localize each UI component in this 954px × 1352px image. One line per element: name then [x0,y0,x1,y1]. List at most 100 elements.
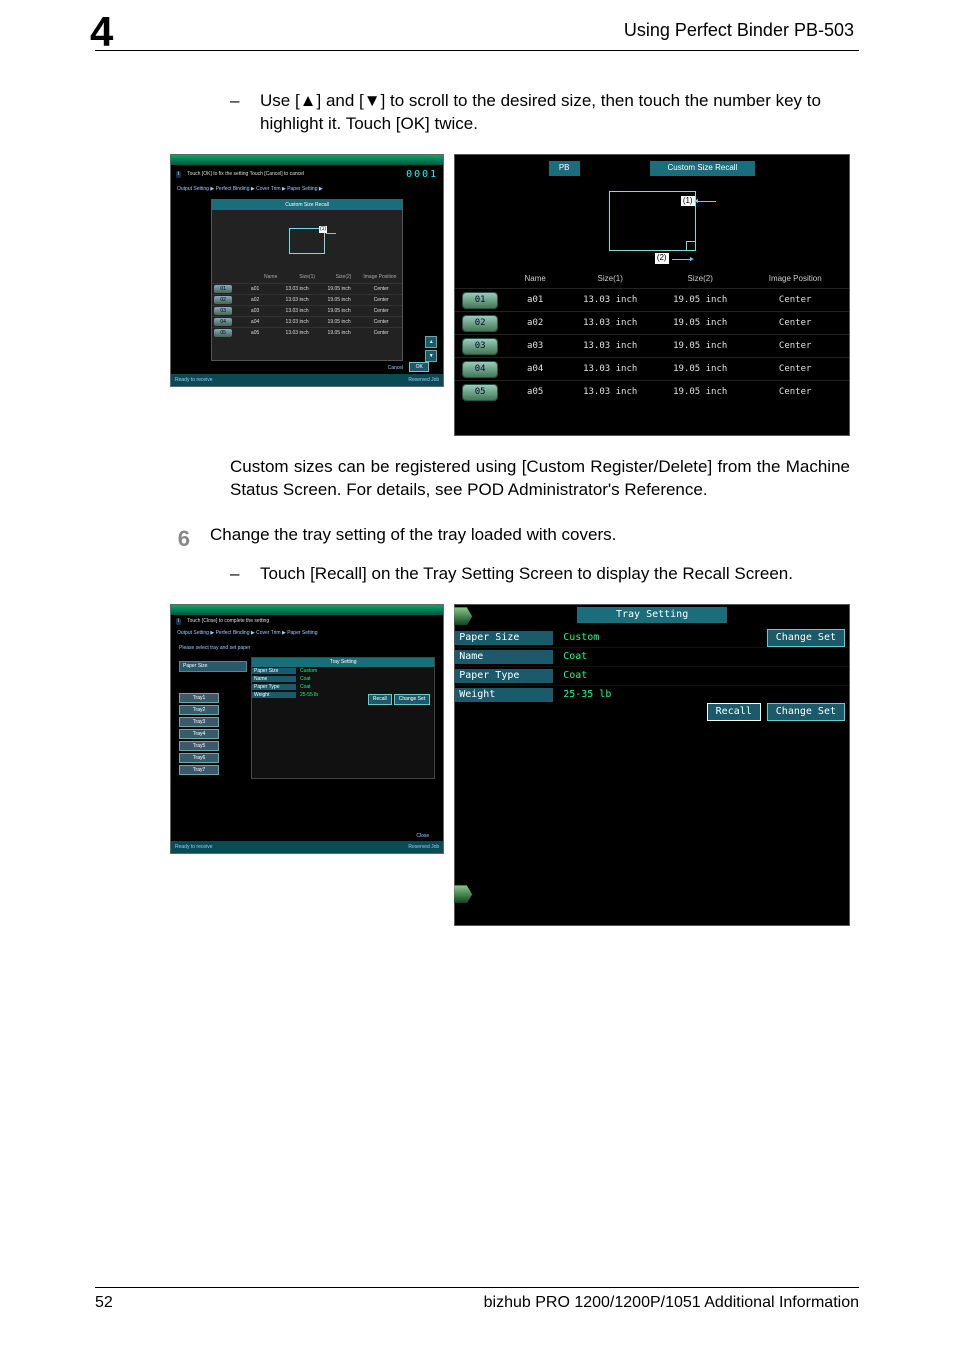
cancel-button[interactable]: Cancel [388,365,404,372]
header-rule [95,50,859,51]
size-row-name: a02 [234,297,276,304]
tray-button[interactable]: Tray1 [179,693,219,703]
step6-sub-instruction: Touch [Recall] on the Tray Setting Scree… [260,563,850,586]
size-row-button[interactable]: 01 [214,285,232,293]
col-size1: Size(1) [289,274,325,281]
col-name: Name [253,274,289,281]
size-row-button[interactable]: 03 [214,307,232,315]
size-row-pos: Center [745,386,845,398]
size-row-pos: Center [745,294,845,306]
size-row-s1: 13.03 inch [565,363,655,375]
weight-value: 25-55 lb [296,692,322,699]
set-number: 0001 [406,168,438,182]
tray-button[interactable]: Tray3 [179,717,219,727]
footer-status: Ready to receive [175,844,213,851]
select-tray-line: Please select tray and set paper [175,643,439,654]
paper-size-value: Custom [296,668,321,675]
size-row-button[interactable]: 02 [214,296,232,304]
size-row: 04 a04 13.03 inch 19.05 inch Center [455,357,849,380]
diagram-label-1: (1) [319,226,327,233]
size-row-s1: 13.03 inch [565,386,655,398]
size-row-s2: 19.05 inch [655,317,745,329]
tab-tray-setting[interactable]: Tray Setting [577,607,727,623]
step-number: 6 [160,524,190,554]
size-row: 05 a05 13.03 inch 19.05 inch Center [212,327,402,338]
tab-custom-size-recall[interactable]: Custom Size Recall [650,161,756,176]
size-row-s2: 19.05 inch [318,286,360,293]
info-icon: i [176,618,181,625]
paper-size-value: Custom [553,631,609,645]
size-row: 03 a03 13.03 inch 19.05 inch Center [212,305,402,316]
inner-tab-custom-size[interactable]: Custom Size Recall [212,200,402,210]
size-row-s2: 19.05 inch [318,308,360,315]
paper-size-label: Paper Size [252,668,296,675]
size-row-pos: Center [360,330,402,337]
recall-button[interactable]: Recall [368,694,392,705]
size-row-name: a03 [505,340,565,352]
size-row-pos: Center [360,319,402,326]
size-row: 01 a01 13.03 inch 19.05 inch Center [455,288,849,311]
paper-type-label: Paper Type [455,669,553,683]
close-button[interactable]: Close [416,833,429,840]
size-row-pos: Center [360,308,402,315]
diagram-label-1: (1) [681,196,695,207]
col-image-pos: Image Position [745,274,845,285]
size-row-button[interactable]: 04 [214,318,232,326]
recall-button[interactable]: Recall [707,703,761,721]
tray-button[interactable]: Tray2 [179,705,219,715]
size-row: 01 a01 13.03 inch 19.05 inch Center [212,283,402,294]
size-row-name: a03 [234,308,276,315]
size-row: 02 a02 13.03 inch 19.05 inch Center [455,311,849,334]
size-row: 05 a05 13.03 inch 19.05 inch Center [455,380,849,403]
custom-sizes-note: Custom sizes can be registered using [Cu… [230,456,850,502]
name-label: Name [455,650,553,664]
size-row-s1: 13.03 inch [276,297,318,304]
col-size1: Size(1) [565,274,655,285]
size-row: 04 a04 13.03 inch 19.05 inch Center [212,316,402,327]
nav-arrow-icon[interactable] [454,607,472,625]
chapter-number: 4 [90,8,113,56]
tab-pb[interactable]: PB [549,161,580,176]
product-name: bizhub PRO 1200/1200P/1051 Additional In… [484,1294,859,1312]
size-row-button[interactable]: 05 [463,385,497,400]
size-row-pos: Center [360,286,402,293]
footer-reserved: Reserved Job [408,377,439,384]
weight-value: 25-35 lb [553,688,621,702]
scroll-down-button[interactable]: ▼ [425,350,437,362]
footer-reserved: Reserved Job [408,844,439,851]
size-row-button[interactable]: 03 [463,339,497,354]
size-row-button[interactable]: 01 [463,293,497,308]
nav-arrow-icon[interactable] [454,885,472,903]
size-row-s1: 13.03 inch [565,340,655,352]
col-image-pos: Image Position [362,274,398,281]
tray-button[interactable]: Tray6 [179,753,219,763]
scroll-up-button[interactable]: ▲ [425,336,437,348]
diagram-label-2: (2) [655,253,669,264]
size-diagram: (1) [289,228,325,254]
tray-button[interactable]: Tray7 [179,765,219,775]
tray-button[interactable]: Tray5 [179,741,219,751]
col-size2: Size(2) [325,274,361,281]
change-set-button[interactable]: Change Set [394,694,430,705]
size-row-s2: 19.05 inch [655,386,745,398]
size-row: 03 a03 13.03 inch 19.05 inch Center [455,334,849,357]
breadcrumb-tabs: Output Setting ▶ Perfect Binding ▶ Cover… [171,628,443,639]
step-text: Change the tray setting of the tray load… [210,524,850,554]
change-set-button[interactable]: Change Set [767,629,845,647]
size-row-button[interactable]: 02 [463,316,497,331]
tray-button[interactable]: Tray4 [179,729,219,739]
size-row-s2: 19.05 inch [655,340,745,352]
paper-type-value: Coat [553,669,597,683]
size-row-s1: 13.03 inch [276,308,318,315]
size-row-button[interactable]: 05 [214,329,232,337]
size-row-pos: Center [745,363,845,375]
inner-tab-tray-setting[interactable]: Tray Setting [252,658,434,667]
ok-button[interactable]: OK [409,362,429,372]
change-set-button[interactable]: Change Set [767,703,845,721]
size-row-name: a01 [234,286,276,293]
paper-type-label: Paper Type [252,684,296,691]
custom-size-recall-panel-zoom: PB Custom Size Recall (1) (2) Name Siz [454,154,850,436]
size-row-button[interactable]: 04 [463,362,497,377]
col-name: Name [505,274,565,285]
name-value: Coat [296,676,315,683]
